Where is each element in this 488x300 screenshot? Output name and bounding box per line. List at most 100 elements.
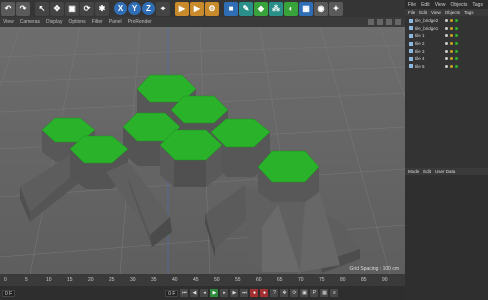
material-tag-icon[interactable] bbox=[455, 19, 458, 23]
render-picture-viewer-icon[interactable]: ▶ bbox=[190, 1, 204, 16]
viewport-scene bbox=[0, 27, 405, 274]
om-menu-file[interactable]: File bbox=[408, 10, 415, 15]
list-item[interactable]: tile 5 bbox=[405, 63, 488, 71]
pen-spline-icon[interactable]: ✎ bbox=[239, 1, 253, 16]
visibility-dot-icon[interactable] bbox=[445, 42, 448, 46]
move-icon[interactable]: ✥ bbox=[50, 1, 64, 16]
material-tag-icon[interactable] bbox=[450, 42, 453, 46]
visibility-dot-icon[interactable] bbox=[445, 57, 448, 61]
current-frame-field[interactable]: 0 F bbox=[165, 289, 179, 297]
visibility-dot-icon[interactable] bbox=[445, 49, 448, 53]
material-tag-icon[interactable] bbox=[450, 19, 453, 23]
pla-key-icon[interactable]: ▦ bbox=[320, 289, 329, 297]
start-frame-field[interactable]: 0 F bbox=[2, 289, 16, 297]
render-view-icon[interactable]: ▶ bbox=[175, 1, 189, 16]
render-settings-icon[interactable]: ⚙ bbox=[205, 1, 219, 16]
hex-tile[interactable] bbox=[159, 129, 223, 187]
tab-view[interactable]: View bbox=[435, 2, 446, 8]
autokey-icon[interactable]: ● bbox=[260, 289, 269, 297]
material-tag-icon[interactable] bbox=[455, 57, 458, 61]
go-to-end-icon[interactable]: ⏭ bbox=[240, 289, 249, 297]
z-axis-lock-button[interactable]: Z bbox=[142, 2, 155, 15]
deformer-icon[interactable]: ◐ bbox=[284, 1, 298, 16]
light-icon[interactable]: ✦ bbox=[329, 1, 343, 16]
om-menu-view[interactable]: View bbox=[431, 10, 441, 15]
menu-display[interactable]: Display bbox=[46, 19, 62, 25]
list-item[interactable]: tile 4 bbox=[405, 55, 488, 63]
menu-view[interactable]: View bbox=[3, 19, 14, 25]
material-tag-icon[interactable] bbox=[450, 64, 453, 68]
scale-icon[interactable]: ▣ bbox=[65, 1, 79, 16]
list-item[interactable]: tile 2 bbox=[405, 40, 488, 48]
keyframe-selection-icon[interactable]: ? bbox=[270, 289, 279, 297]
visibility-dot-icon[interactable] bbox=[445, 26, 448, 30]
play-icon[interactable]: ▶ bbox=[210, 289, 219, 297]
material-tag-icon[interactable] bbox=[450, 26, 453, 30]
param-key-icon[interactable]: P bbox=[310, 289, 319, 297]
timeline-tick: 90 bbox=[382, 277, 388, 283]
material-tag-icon[interactable] bbox=[455, 42, 458, 46]
prev-frame-icon[interactable]: ◂ bbox=[200, 289, 209, 297]
menu-filter[interactable]: Filter bbox=[92, 19, 103, 25]
material-tag-icon[interactable] bbox=[455, 49, 458, 53]
material-tag-icon[interactable] bbox=[455, 26, 458, 30]
environment-icon[interactable]: ▦ bbox=[299, 1, 313, 16]
record-icon[interactable]: ● bbox=[250, 289, 259, 297]
attr-menu-mode[interactable]: Mode bbox=[408, 169, 419, 174]
cloner-icon[interactable]: ⁂ bbox=[269, 1, 283, 16]
material-tag-icon[interactable] bbox=[450, 49, 453, 53]
attr-menu-user-data[interactable]: User Data bbox=[435, 169, 455, 174]
cube-object-icon[interactable]: ■ bbox=[224, 1, 238, 16]
recent-tools-icon[interactable]: ✱ bbox=[95, 1, 109, 16]
object-list: tile_bridge2 tile_bridge1 tile 1 tile 2 … bbox=[405, 16, 488, 70]
rotate-icon[interactable]: ⟳ bbox=[80, 1, 94, 16]
menu-options[interactable]: Options bbox=[68, 19, 85, 25]
om-menu-edit[interactable]: Edit bbox=[419, 10, 427, 15]
tab-file[interactable]: File bbox=[408, 2, 416, 8]
list-item[interactable]: tile_bridge2 bbox=[405, 17, 488, 25]
timeline-ruler[interactable]: 0 5 10 15 20 25 30 35 40 45 50 55 60 65 … bbox=[0, 274, 405, 286]
subdivision-surface-icon[interactable]: ◆ bbox=[254, 1, 268, 16]
viewport-pan-icon[interactable] bbox=[368, 19, 374, 25]
menu-cameras[interactable]: Cameras bbox=[20, 19, 40, 25]
list-item[interactable]: tile_bridge1 bbox=[405, 25, 488, 33]
coordinate-system-icon[interactable]: ⌖ bbox=[156, 1, 170, 16]
prev-key-icon[interactable]: ◀ bbox=[190, 289, 199, 297]
tab-tags[interactable]: Tags bbox=[472, 2, 483, 8]
3d-viewport[interactable]: Grid Spacing : 100 cm bbox=[0, 27, 405, 274]
material-tag-icon[interactable] bbox=[450, 34, 453, 38]
x-axis-lock-button[interactable]: X bbox=[114, 2, 127, 15]
viewport-layout-icon[interactable] bbox=[395, 19, 401, 25]
next-frame-icon[interactable]: ▸ bbox=[220, 289, 229, 297]
material-tag-icon[interactable] bbox=[450, 57, 453, 61]
redo-icon[interactable]: ↷ bbox=[16, 1, 30, 16]
viewport-zoom-icon[interactable] bbox=[377, 19, 383, 25]
visibility-dot-icon[interactable] bbox=[445, 64, 448, 68]
y-axis-lock-button[interactable]: Y bbox=[128, 2, 141, 15]
go-to-start-icon[interactable]: ⏮ bbox=[180, 289, 189, 297]
material-tag-icon[interactable] bbox=[455, 34, 458, 38]
undo-icon[interactable]: ↶ bbox=[1, 1, 15, 16]
menu-panel[interactable]: Panel bbox=[109, 19, 122, 25]
attr-menu-edit[interactable]: Edit bbox=[423, 169, 431, 174]
rotate-key-icon[interactable]: ⟳ bbox=[290, 289, 299, 297]
next-key-icon[interactable]: ▶ bbox=[230, 289, 239, 297]
visibility-dot-icon[interactable] bbox=[445, 34, 448, 38]
list-item[interactable]: tile 1 bbox=[405, 32, 488, 40]
menu-prorender[interactable]: ProRender bbox=[128, 19, 152, 25]
move-key-icon[interactable]: ✥ bbox=[280, 289, 289, 297]
tab-edit[interactable]: Edit bbox=[421, 2, 430, 8]
material-tag-icon[interactable] bbox=[455, 64, 458, 68]
list-item[interactable]: tile 3 bbox=[405, 47, 488, 55]
viewport-rotate-icon[interactable] bbox=[386, 19, 392, 25]
om-menu-tags[interactable]: Tags bbox=[464, 10, 474, 15]
scale-key-icon[interactable]: ▣ bbox=[300, 289, 309, 297]
visibility-dot-icon[interactable] bbox=[445, 19, 448, 23]
transport-bar: 0 F 0 F ⏮ ◀ ◂ ▶ ▸ ▶ ⏭ ● ● ? ✥ ⟳ ▣ P ▦ ≡ bbox=[0, 286, 405, 300]
tab-objects[interactable]: Objects bbox=[450, 2, 467, 8]
camera-icon[interactable]: ◉ bbox=[314, 1, 328, 16]
om-menu-objects[interactable]: Objects bbox=[445, 10, 460, 15]
live-select-icon[interactable]: ↖ bbox=[35, 1, 49, 16]
timeline-options-icon[interactable]: ≡ bbox=[330, 289, 339, 297]
null-object-icon bbox=[409, 56, 413, 61]
